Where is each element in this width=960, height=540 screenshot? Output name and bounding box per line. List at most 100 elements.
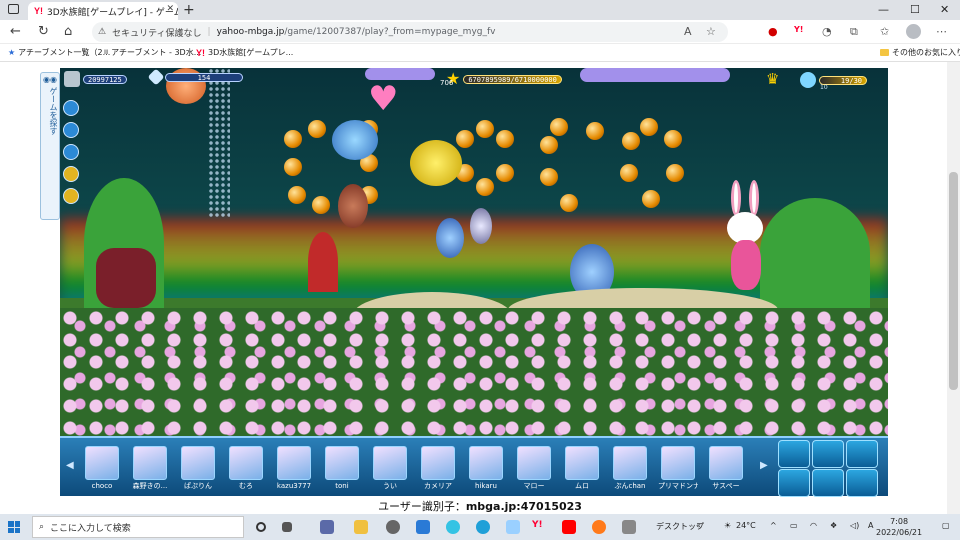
taskbar-search-box[interactable]: ⌕ ここに入力して検索 <box>32 516 244 538</box>
profile-avatar[interactable] <box>906 24 921 39</box>
storage-button[interactable] <box>812 469 844 497</box>
tab-close-icon[interactable]: ✕ <box>166 4 174 14</box>
bookmark-item[interactable]: ★ アチーブメント一覧（2... <box>8 47 110 58</box>
edge-icon[interactable] <box>476 520 490 534</box>
discus-fish[interactable] <box>338 184 368 228</box>
system-clock[interactable]: 7:08 2022/06/21 <box>876 516 922 538</box>
trophy-icon[interactable] <box>63 166 79 182</box>
security-label[interactable]: セキュリティ保護なし <box>112 26 201 39</box>
bookmark-item[interactable]: Ⅲ アチーブメント - 3D水... <box>104 47 201 58</box>
discus-fish[interactable] <box>410 140 462 186</box>
ime-indicator[interactable]: A <box>868 521 873 530</box>
friend-avatar[interactable] <box>661 446 695 480</box>
tray-overflow-icon[interactable]: ^ <box>770 521 777 530</box>
home-icon[interactable]: ⌂ <box>64 24 72 39</box>
notification-icon[interactable]: ▢ <box>942 521 950 530</box>
friend-slot[interactable]: プリマドンナ <box>658 446 698 494</box>
friend-slot[interactable]: サスペー <box>706 446 746 494</box>
minimize-button[interactable]: — <box>878 3 889 16</box>
read-aloud-icon[interactable]: A <box>684 25 692 38</box>
camera-tool-button[interactable] <box>812 440 844 468</box>
yahoo-extension-icon[interactable]: Y! <box>794 25 803 34</box>
scrollbar-thumb[interactable] <box>949 172 958 390</box>
friend-slot[interactable]: 森野きの... <box>130 446 170 494</box>
address-bar[interactable]: ⚠ セキュリティ保護なし | yahoo-mbga.jp/game/120073… <box>92 22 728 42</box>
firefox-icon[interactable] <box>592 520 606 534</box>
new-tab-button[interactable]: + <box>183 2 195 18</box>
friend-avatar[interactable] <box>229 446 263 480</box>
friend-avatar[interactable] <box>277 446 311 480</box>
friend-avatar[interactable] <box>133 446 167 480</box>
back-arrow-icon[interactable]: ← <box>10 24 21 39</box>
app-icon[interactable] <box>320 520 334 534</box>
cursor-tool-button[interactable] <box>778 440 810 468</box>
tools-icon[interactable] <box>506 520 520 534</box>
speaker-icon[interactable] <box>63 100 79 116</box>
friend-points-icon[interactable]: 10 <box>800 72 828 91</box>
friend-slot[interactable]: ムロ <box>562 446 602 494</box>
browser-tab[interactable]: Y! 3D水族館[ゲームプレイ] - ゲームならモ ✕ <box>28 2 178 20</box>
more-menu-icon[interactable]: ⋯ <box>936 25 947 38</box>
wifi-icon[interactable]: ◠ <box>810 521 817 530</box>
extensions-icon[interactable]: ◔ <box>822 25 832 38</box>
favorites-icon[interactable]: ✩ <box>880 25 889 38</box>
friend-slot[interactable]: マロー <box>514 446 554 494</box>
gift-icon[interactable] <box>63 188 79 204</box>
task-view-icon[interactable] <box>282 522 292 532</box>
file-explorer-icon[interactable] <box>354 520 368 534</box>
friend-avatar[interactable] <box>613 446 647 480</box>
friend-slot[interactable]: うい <box>370 446 410 494</box>
warning-icon[interactable]: ⚠ <box>98 27 106 37</box>
friend-avatar[interactable] <box>181 446 215 480</box>
settings-gear-icon[interactable] <box>386 520 400 534</box>
other-favorites-folder[interactable]: その他のお気に入り <box>880 47 960 58</box>
friend-avatar[interactable] <box>421 446 455 480</box>
bookmark-item[interactable]: Y! 3D水族館[ゲームプレ... <box>196 47 293 58</box>
yahoo-app-icon[interactable]: Y! <box>532 520 546 534</box>
friend-avatar[interactable] <box>565 446 599 480</box>
friend-avatar[interactable] <box>469 446 503 480</box>
friend-avatar[interactable] <box>325 446 359 480</box>
split-screen-icon[interactable]: ⧉ <box>850 25 858 39</box>
friend-avatar[interactable] <box>373 446 407 480</box>
favorite-star-icon[interactable]: ☆ <box>706 25 716 38</box>
windows-start-icon[interactable] <box>8 521 20 533</box>
maximize-button[interactable]: ☐ <box>910 3 920 16</box>
friend-slot[interactable]: hikaru <box>466 446 506 494</box>
close-window-button[interactable]: ✕ <box>940 3 949 16</box>
friend-slot[interactable]: toni <box>322 446 362 494</box>
ie-icon[interactable] <box>446 520 460 534</box>
friend-avatar[interactable] <box>517 446 551 480</box>
discus-fish[interactable] <box>332 120 378 160</box>
friend-slot[interactable]: ぷんchan <box>610 446 650 494</box>
search-tool-button[interactable] <box>846 440 878 468</box>
dropbox-icon[interactable]: ❖ <box>830 521 837 530</box>
find-games-sidebar[interactable]: ◉◉ ゲームを探す <box>40 72 60 220</box>
network-icon[interactable]: ▭ <box>790 521 798 530</box>
volume-icon[interactable]: ◁) <box>850 521 859 530</box>
reload-icon[interactable]: ↻ <box>38 24 49 39</box>
url-text[interactable]: yahoo-mbga.jp/game/12007387/play?_from=m… <box>217 27 496 37</box>
youtube-icon[interactable] <box>562 520 576 534</box>
store-icon[interactable] <box>416 520 430 534</box>
weather-sun-icon[interactable]: ☀ <box>724 521 731 530</box>
aquarium-icon[interactable] <box>63 144 79 160</box>
gift-box-button[interactable] <box>846 469 878 497</box>
cortana-icon[interactable] <box>256 522 266 532</box>
temperature-label[interactable]: 24°C <box>736 521 756 530</box>
discus-fish[interactable] <box>436 218 464 258</box>
friend-slot[interactable]: choco <box>82 446 122 494</box>
friend-slot[interactable]: むろ <box>226 446 266 494</box>
friend-avatar[interactable] <box>85 446 119 480</box>
friend-slot[interactable]: カメリア <box>418 446 458 494</box>
friends-prev-arrow-icon[interactable]: ◀ <box>66 460 74 471</box>
discus-fish[interactable] <box>470 208 492 244</box>
aquarium-game-canvas[interactable]: ♥ <box>60 68 888 496</box>
crown-icon[interactable]: ♛ <box>766 72 779 87</box>
tab-actions-icon[interactable] <box>8 4 19 14</box>
friends-next-arrow-icon[interactable]: ▶ <box>760 460 768 471</box>
bunny-ornament[interactable] <box>721 180 769 300</box>
shop-cart-button[interactable] <box>778 469 810 497</box>
friend-slot[interactable]: ぱぷりん <box>178 446 218 494</box>
friend-slot[interactable]: kazu3777 <box>274 446 314 494</box>
